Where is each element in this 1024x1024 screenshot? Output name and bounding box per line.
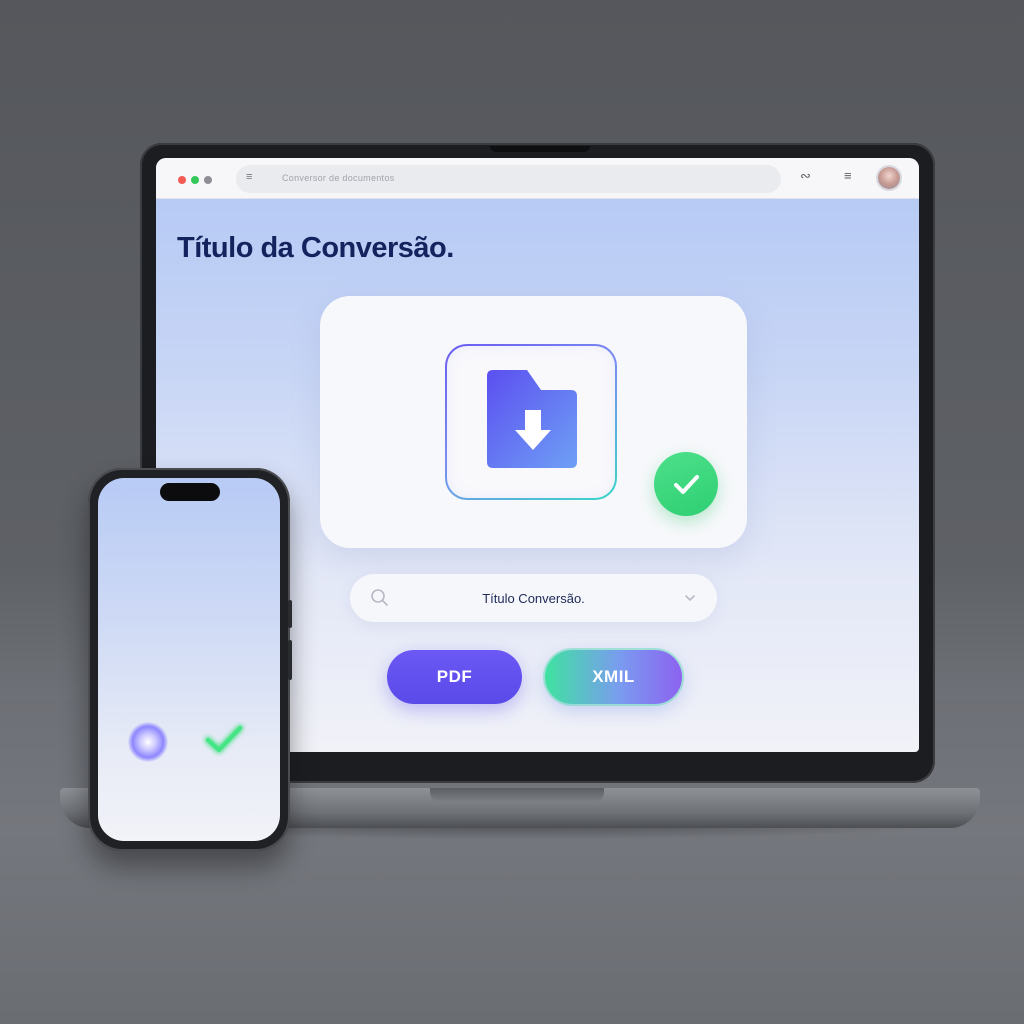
page-title: Título da Conversão. [177, 232, 454, 264]
chevron-down-icon[interactable] [684, 593, 696, 603]
conversion-title-value: Título Conversão. [482, 591, 585, 606]
menu-icon[interactable]: ≡ [246, 171, 252, 183]
file-drop-zone[interactable] [445, 344, 617, 500]
xml-format-button[interactable]: XMIL [545, 650, 682, 704]
success-check-badge [654, 452, 718, 516]
phone-screen [98, 478, 280, 841]
check-icon [204, 724, 244, 754]
upload-card[interactable] [320, 296, 747, 548]
window-maximize-button[interactable] [191, 176, 199, 184]
profile-avatar[interactable] [878, 167, 900, 189]
folder-download-icon [487, 370, 577, 468]
address-bar[interactable]: ≡ Conversor de documentos [236, 165, 781, 193]
pdf-format-button[interactable]: PDF [387, 650, 522, 704]
tabs-icon[interactable]: ≡ [844, 168, 852, 183]
conversion-title-field[interactable]: Título Conversão. [350, 574, 717, 622]
window-close-button[interactable] [178, 176, 186, 184]
phone-side-button [288, 640, 292, 680]
glow-dot [128, 722, 168, 762]
laptop-hinge [430, 788, 604, 802]
browser-toolbar: ≡ Conversor de documentos ∾ ≡ [156, 158, 919, 199]
laptop-camera-notch [490, 146, 590, 152]
phone-side-button [288, 600, 292, 628]
share-icon[interactable]: ∾ [800, 168, 811, 184]
phone-dynamic-island [160, 483, 220, 501]
check-icon [674, 475, 699, 494]
address-text: Conversor de documentos [282, 173, 395, 183]
window-minimize-button[interactable] [204, 176, 212, 184]
